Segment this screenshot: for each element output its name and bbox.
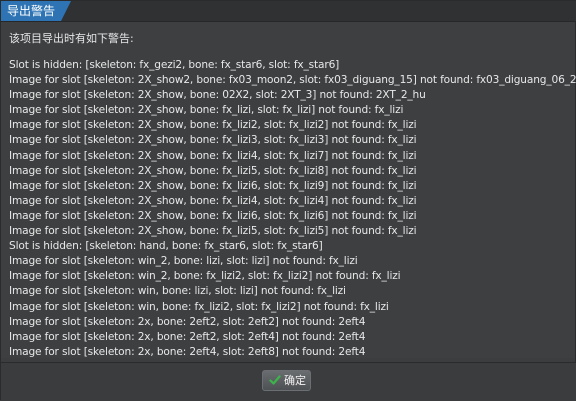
check-icon: [269, 375, 281, 385]
warning-line: Image for slot [skeleton: win, bone: liz…: [9, 285, 346, 298]
warning-line: Image for slot [skeleton: 2X_show, bone:…: [9, 134, 417, 147]
warning-line: Slot is hidden: [skeleton: fx_gezi2, bon…: [9, 59, 340, 71]
warning-list: Slot is hidden: [skeleton: fx_gezi2, bon…: [9, 58, 576, 360]
warning-line: Image for slot [skeleton: 2x, bone: 2eft…: [9, 330, 366, 343]
warning-line: Image for slot [skeleton: win_2, bone: l…: [9, 255, 358, 268]
warning-line: Image for slot [skeleton: 2X_show, bone:…: [9, 225, 417, 238]
warning-line: Slot is hidden: [skeleton: hand, bone: f…: [9, 240, 323, 253]
warning-line: Image for slot [skeleton: 2X_show2, bone…: [9, 74, 576, 87]
export-warning-dialog: 导出警告 该项目导出时有如下警告: Slot is hidden: [skele…: [0, 0, 576, 401]
warning-line: Image for slot [skeleton: 2X_show, bone:…: [9, 209, 417, 222]
warning-line: Image for slot [skeleton: 2X_show, bone:…: [9, 119, 417, 132]
ok-button[interactable]: 确定: [262, 370, 311, 391]
warning-line: Image for slot [skeleton: win, bone: fx_…: [9, 300, 389, 313]
warning-line: Image for slot [skeleton: 2x, bone: 2eft…: [9, 345, 366, 358]
warning-line: Image for slot [skeleton: 2X_show, bone:…: [9, 89, 426, 102]
warning-line: Image for slot [skeleton: 2X_show, bone:…: [9, 104, 404, 117]
warning-line: Image for slot [skeleton: 2X_show, bone:…: [9, 194, 417, 207]
warning-content: 该项目导出时有如下警告: Slot is hidden: [skeleton: …: [1, 22, 576, 360]
dialog-title: 导出警告: [1, 1, 71, 21]
title-bar[interactable]: 导出警告: [1, 1, 576, 22]
warning-line: Image for slot [skeleton: win_2, bone: f…: [9, 270, 401, 283]
intro-text: 该项目导出时有如下警告:: [9, 32, 134, 45]
warning-line: Image for slot [skeleton: 2X_show, bone:…: [9, 179, 417, 192]
warning-line: Image for slot [skeleton: 2X_show, bone:…: [9, 164, 417, 177]
ok-button-label: 确定: [284, 374, 306, 387]
warning-line: Image for slot [skeleton: 2x, bone: 2eft…: [9, 315, 366, 328]
warning-line: Image for slot [skeleton: 2X_show, bone:…: [9, 149, 417, 162]
dialog-footer: 确定: [1, 363, 576, 401]
